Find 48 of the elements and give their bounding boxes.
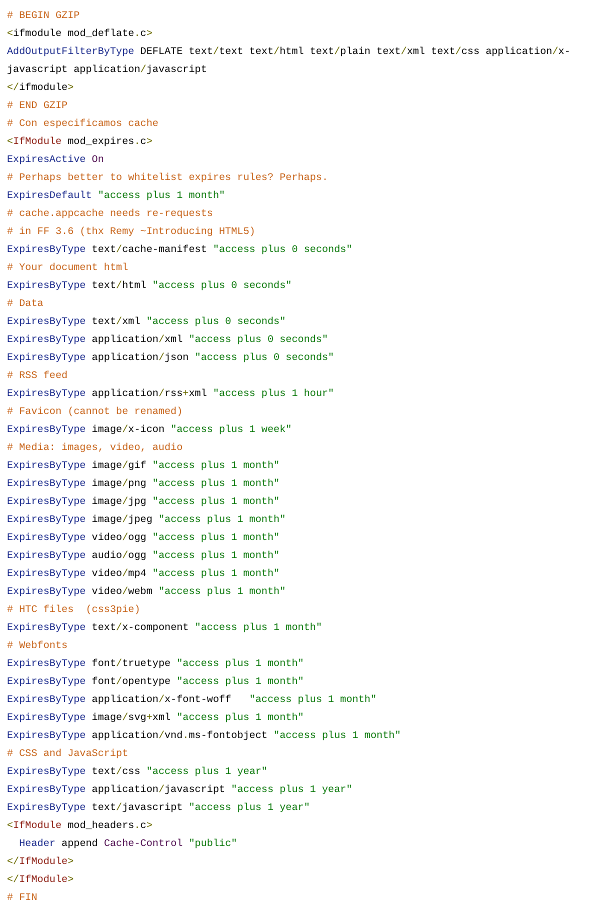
code-line: # in FF 3.6 (thx Remy ~Introducing HTML5): [7, 226, 256, 240]
code-line: ExpiresByType font/opentype "access plus 1 month": [7, 676, 304, 690]
code-line: # Con especificamos cache: [7, 118, 158, 132]
code-line: <IfModule mod_headers.c>: [7, 820, 152, 834]
code-line: ExpiresByType text/html "access plus 0 seconds": [7, 280, 292, 294]
code-line: ExpiresByType text/css "access plus 1 year": [7, 766, 268, 780]
code-line: ExpiresByType text/xml "access plus 0 seconds": [7, 316, 286, 330]
code-line: <ifmodule mod_deflate.c>: [7, 28, 152, 42]
code-line: </IfModule>: [7, 874, 74, 888]
code-line: # CSS and JavaScript: [7, 748, 128, 762]
code-line: # cache.appcache needs re-requests: [7, 208, 213, 222]
code-line: ExpiresByType image/svg+xml "access plus 1 month": [7, 712, 304, 726]
code-line: # RSS feed: [7, 370, 68, 384]
code-line: ExpiresByType image/jpeg "access plus 1 month": [7, 514, 286, 528]
code-line: ExpiresByType application/javascript "access plus 1 year": [7, 784, 352, 798]
code-line: ExpiresByType audio/ogg "access plus 1 month": [7, 550, 280, 564]
code-line: ExpiresByType text/cache-manifest "access plus 0 seconds": [7, 244, 352, 258]
code-line: ExpiresByType application/vnd.ms-fontobject "access plus 1 month": [7, 730, 401, 744]
code-line: ExpiresByType application/x-font-woff "access plus 1 month": [7, 694, 377, 708]
code-line: # Webfonts: [7, 640, 68, 654]
code-line: # Favicon (cannot be renamed): [7, 406, 183, 420]
code-line: # BEGIN GZIP: [7, 10, 80, 24]
code-line: # Perhaps better to whitelist expires rules? Perhaps.: [7, 172, 328, 186]
code-line: ExpiresByType text/x-component "access plus 1 month": [7, 622, 322, 636]
code-line: ExpiresByType text/javascript "access plus 1 year": [7, 802, 310, 816]
code-line: ExpiresByType image/jpg "access plus 1 month": [7, 496, 280, 510]
code-line: </ifmodule>: [7, 82, 74, 96]
code-line: ExpiresByType video/webm "access plus 1 month": [7, 586, 286, 600]
code-line: ExpiresByType application/xml "access plus 0 seconds": [7, 334, 328, 348]
code-line: ExpiresByType image/gif "access plus 1 month": [7, 460, 280, 474]
code-line: # END GZIP: [7, 100, 68, 114]
code-line: ExpiresByType image/png "access plus 1 month": [7, 478, 280, 492]
code-line: ExpiresByType image/x-icon "access plus 1 week": [7, 424, 292, 438]
code-line: ExpiresActive On: [7, 154, 104, 168]
code-line: ExpiresByType application/rss+xml "access plus 1 hour": [7, 388, 334, 402]
code-line: <IfModule mod_expires.c>: [7, 136, 152, 150]
code-line: # FIN: [7, 892, 38, 906]
code-line: </IfModule>: [7, 856, 74, 870]
code-line: ExpiresByType application/json "access plus 0 seconds": [7, 352, 334, 366]
code-line: Header append Cache-Control "public": [18, 838, 238, 852]
code-line: # Data: [7, 298, 44, 312]
code-line: # HTC files (css3pie): [7, 604, 140, 618]
code-line: # Your document html: [7, 262, 128, 276]
code-line: ExpiresByType font/truetype "access plus 1 month": [7, 658, 304, 672]
code-line: ExpiresByType video/mp4 "access plus 1 month": [7, 568, 280, 582]
code-line: # Media: images, video, audio: [7, 442, 183, 456]
code-line: ExpiresByType video/ogg "access plus 1 month": [7, 532, 280, 546]
code-line: ExpiresDefault "access plus 1 month": [7, 190, 226, 204]
